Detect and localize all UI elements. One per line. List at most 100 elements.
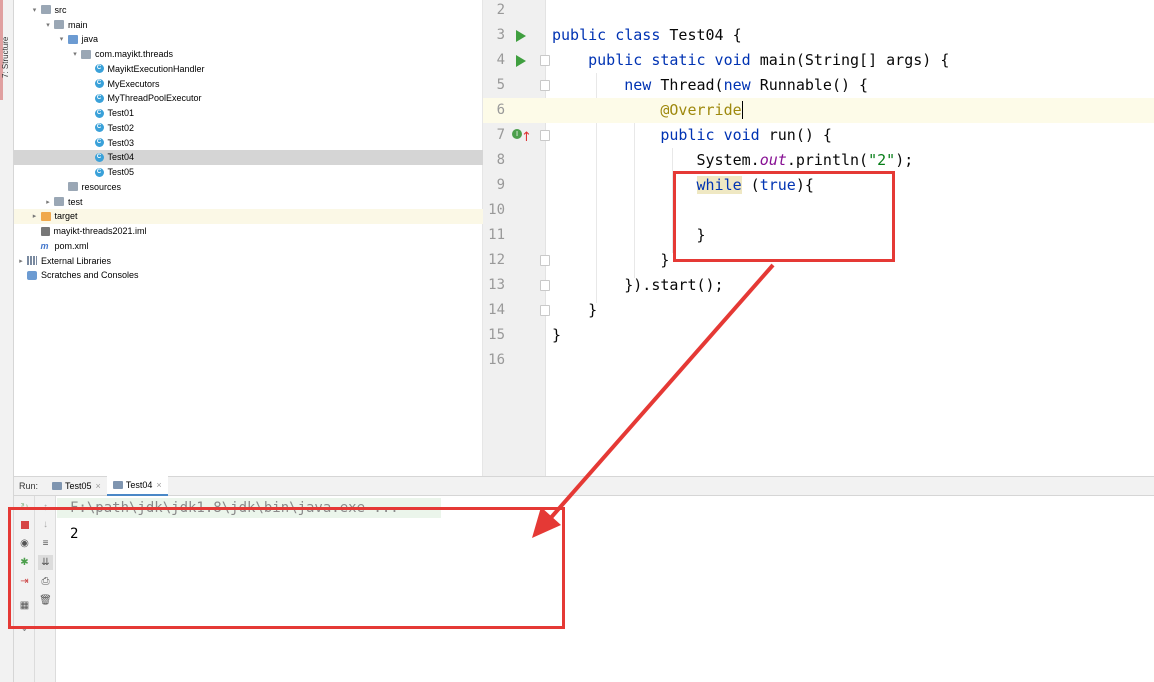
code-text: public static void main(String[] args) { (588, 51, 950, 69)
tree-item-label: Test01 (107, 108, 135, 119)
run-label: Run: (19, 481, 39, 491)
fold-marker-icon[interactable] (540, 255, 550, 266)
run-tool-header: Run: Test05 × Test04 × (14, 476, 1154, 496)
class-icon: C (94, 79, 104, 89)
library-icon (27, 256, 37, 266)
excluded-folder-icon (40, 211, 51, 221)
run-tab-test05[interactable]: Test05 × (46, 476, 107, 496)
tree-item-scratches-and-consoles[interactable]: Scratches and Consoles (14, 268, 483, 283)
tree-item-test05[interactable]: C Test05 (14, 165, 483, 180)
line-number: 12 (488, 252, 505, 268)
annotation-box-console (8, 507, 565, 629)
line-number: 7 (496, 127, 505, 143)
tree-item-test[interactable]: ▸ test (14, 194, 483, 209)
tree-item-resources[interactable]: resources (14, 180, 483, 195)
tree-item-test04[interactable]: C Test04 (14, 150, 483, 165)
code-text: @Override (660, 101, 743, 119)
line-number: 13 (488, 277, 505, 293)
run-gutter-icon[interactable] (516, 55, 526, 67)
project-tree: ▾ src ▾ main ▾ java ▾ com.mayikt.threads C Mayikt… (14, 0, 483, 476)
line-number: 5 (496, 77, 505, 93)
code-line-5[interactable]: 5 new Thread(new Runnable() { (483, 73, 1154, 98)
tree-item-label: Scratches and Consoles (41, 270, 139, 281)
fold-marker-icon[interactable] (540, 280, 550, 291)
tree-item-label: MyExecutors (107, 78, 160, 89)
resources-folder-icon (67, 182, 78, 192)
code-line-4[interactable]: 4 public static void main(String[] args)… (483, 48, 1154, 73)
line-number: 10 (488, 202, 505, 218)
line-number: 6 (496, 102, 505, 118)
tree-item-label: External Libraries (41, 255, 112, 266)
text-caret (741, 101, 743, 119)
code-line-2[interactable]: 2 (483, 0, 1154, 23)
expand-arrow-icon[interactable]: ▾ (58, 35, 66, 43)
folder-icon (54, 20, 64, 30)
tree-item-mayiktexecutionhandler[interactable]: C MayiktExecutionHandler (14, 62, 483, 77)
tree-item-mayikt-threads2021-iml[interactable]: mayikt-threads2021.iml (14, 224, 483, 239)
code-line-16[interactable]: 16 (483, 348, 1154, 373)
code-text: } (552, 251, 670, 269)
code-line-6[interactable]: 6 @Override (483, 98, 1154, 123)
code-line-3[interactable]: 3 public class Test04 { (483, 23, 1154, 48)
close-icon[interactable]: × (156, 480, 161, 490)
tree-item-label: src (54, 4, 67, 15)
tree-item-external-libraries[interactable]: ▸ External Libraries (14, 253, 483, 268)
tree-item-test02[interactable]: C Test02 (14, 121, 483, 136)
code-text: } (552, 326, 562, 344)
tree-item-main[interactable]: ▾ main (14, 17, 483, 32)
line-number: 4 (496, 52, 505, 68)
class-icon: C (94, 167, 104, 177)
run-config-icon (112, 481, 123, 489)
fold-marker-icon[interactable] (540, 305, 550, 316)
iml-file-icon (40, 226, 50, 236)
code-text: public void run() { (660, 126, 832, 144)
line-number: 14 (488, 302, 505, 318)
fold-marker-icon[interactable] (540, 80, 550, 91)
fold-marker-icon[interactable] (540, 130, 550, 141)
line-number: 8 (496, 152, 505, 168)
tree-item-label: target (54, 211, 78, 222)
tree-item-pom-xml[interactable]: m pom.xml (14, 239, 483, 254)
tree-item-label: mayikt-threads2021.iml (53, 226, 147, 237)
tree-item-label: resources (81, 181, 122, 192)
tree-item-myexecutors[interactable]: C MyExecutors (14, 76, 483, 91)
tree-item-test01[interactable]: C Test01 (14, 106, 483, 121)
expand-arrow-icon[interactable]: ▸ (31, 212, 39, 220)
code-line-15[interactable]: 15} (483, 323, 1154, 348)
line-number: 16 (488, 352, 505, 368)
tree-item-com-mayikt-threads[interactable]: ▾ com.mayikt.threads (14, 47, 483, 62)
expand-arrow-icon[interactable]: ▸ (44, 198, 52, 206)
tree-item-label: Test05 (107, 167, 135, 178)
code-line-7[interactable]: 7 I ↑ public void run() { (483, 123, 1154, 148)
expand-arrow-icon[interactable]: ▾ (71, 50, 79, 58)
tree-item-mythreadpoolexecutor[interactable]: C MyThreadPoolExecutor (14, 91, 483, 106)
fold-marker-icon[interactable] (540, 55, 550, 66)
code-text: } (552, 301, 598, 319)
expand-arrow-icon[interactable]: ▾ (44, 21, 52, 29)
code-line-8[interactable]: 8 System.out.println("2"); (483, 148, 1154, 173)
tree-item-test03[interactable]: C Test03 (14, 135, 483, 150)
expand-arrow-icon[interactable]: ▾ (31, 6, 39, 14)
line-number: 11 (488, 227, 505, 243)
expand-arrow-icon[interactable]: ▸ (17, 257, 25, 265)
folder-icon (54, 197, 64, 207)
run-gutter-icon[interactable] (516, 30, 526, 42)
class-icon: C (94, 152, 104, 162)
tree-item-java[interactable]: ▾ java (14, 32, 483, 47)
structure-tool-tab[interactable]: 7: Structure (1, 22, 13, 92)
package-icon (81, 49, 91, 59)
run-tab-label: Test05 (65, 481, 92, 491)
code-line-13[interactable]: 13 }).start(); (483, 273, 1154, 298)
code-text: new Thread(new Runnable() { (624, 76, 869, 94)
source-folder-icon (67, 34, 78, 44)
class-icon: C (94, 123, 104, 133)
tree-item-src[interactable]: ▾ src (14, 3, 483, 18)
run-tab-test04[interactable]: Test04 × (106, 476, 168, 496)
class-icon: C (94, 138, 104, 148)
close-icon[interactable]: × (96, 481, 101, 491)
tree-item-label: Test02 (107, 122, 135, 133)
code-line-14[interactable]: 14 } (483, 298, 1154, 323)
tree-item-label: java (81, 34, 99, 45)
tree-item-target[interactable]: ▸ target (14, 209, 483, 224)
annotation-box-while-loop (673, 171, 895, 262)
